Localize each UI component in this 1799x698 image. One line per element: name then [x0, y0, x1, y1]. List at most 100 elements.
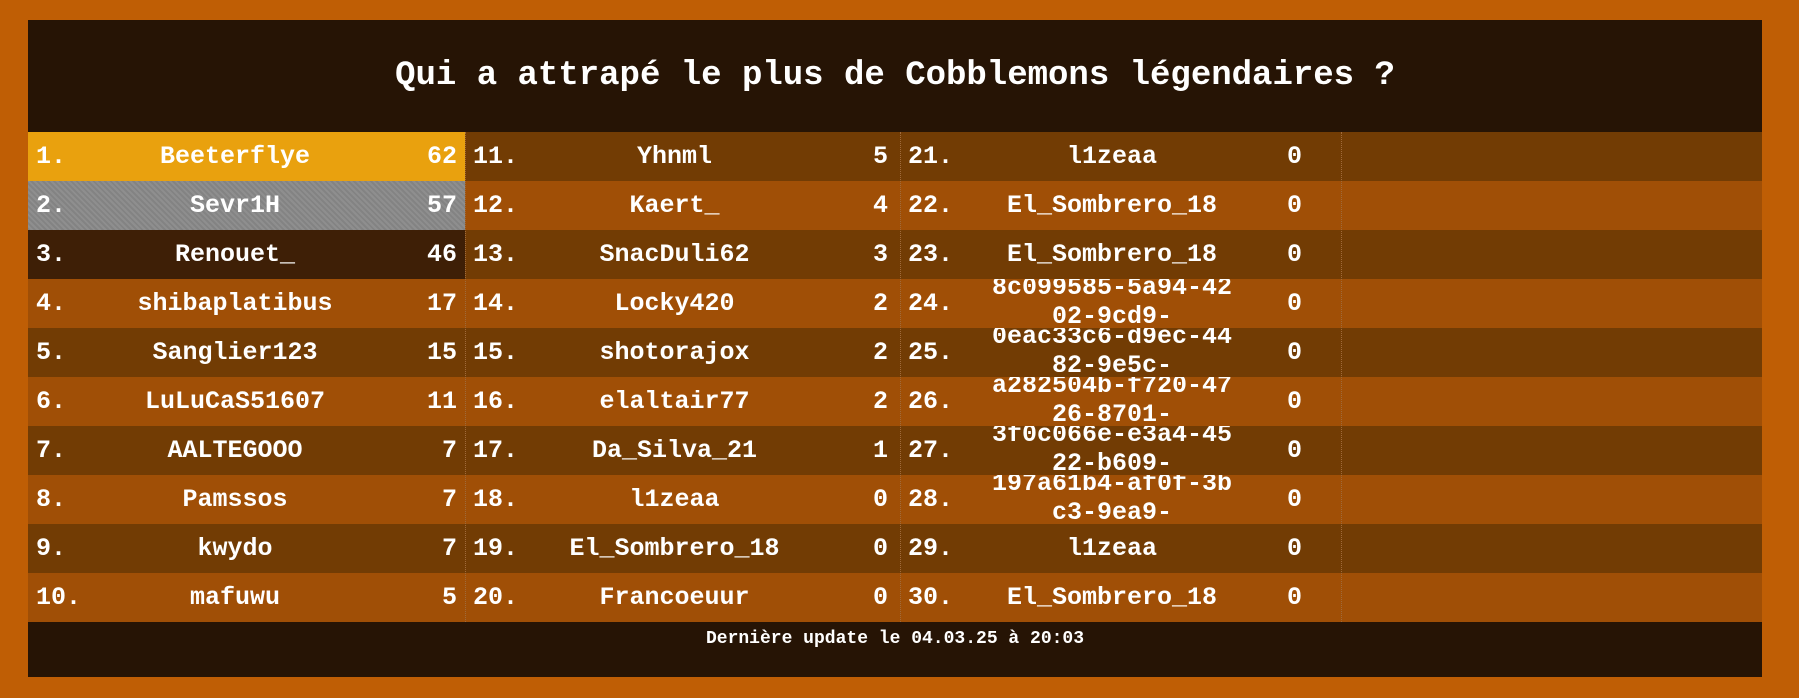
entry-player-name: 197a61b4-af0f-3bc3-9ea9- [962, 475, 1262, 524]
entry-rank: 26. [908, 387, 954, 416]
entry-player-name: Yhnml [636, 142, 712, 171]
entry-player-name: Da_Silva_21 [591, 436, 758, 465]
entry-player-name: a282504b-f720-4726-8701- [962, 377, 1262, 426]
entry-rank: 18. [473, 485, 519, 514]
column-separator [900, 132, 901, 622]
entry-catch-count: 5 [441, 583, 457, 612]
leaderboard-entry: 27. 3f0c066e-e3a4-4522-b609- 0 [900, 426, 1337, 475]
entry-rank: 27. [908, 436, 954, 465]
leaderboard-entry: 4. shibaplatibus 17 [28, 279, 465, 328]
entry-catch-count: 0 [1286, 338, 1302, 367]
entry-catch-count: 46 [426, 240, 457, 269]
entry-catch-count: 17 [426, 289, 457, 318]
leaderboard-entry: 7. AALTEGOOO 7 [28, 426, 465, 475]
entry-rank: 15. [473, 338, 519, 367]
entry-catch-count: 11 [426, 387, 457, 416]
entry-catch-count: 2 [872, 289, 888, 318]
entry-player-name: SnacDuli62 [599, 240, 750, 269]
entry-catch-count: 62 [426, 142, 457, 171]
entry-player-name: Renouet_ [174, 240, 296, 269]
entry-rank: 14. [473, 289, 519, 318]
leaderboard-entry: 13. SnacDuli62 3 [465, 230, 900, 279]
entry-catch-count: 0 [872, 534, 888, 563]
leaderboard-entry: 29. l1zeaa 0 [900, 524, 1337, 573]
leaderboard-entry: 14. Locky420 2 [465, 279, 900, 328]
entry-rank: 25. [908, 338, 954, 367]
entry-catch-count: 0 [1286, 240, 1302, 269]
entry-catch-count: 3 [872, 240, 888, 269]
leaderboard-entry: 22. El_Sombrero_18 0 [900, 181, 1337, 230]
entry-player-name-text: 8c099585-5a94-4202-9cd9- [991, 279, 1233, 328]
entry-player-name: kwydo [197, 534, 273, 563]
entry-player-name: El_Sombrero_18 [1006, 240, 1218, 269]
entry-rank: 10. [36, 583, 82, 612]
entry-player-name: Beeterflye [159, 142, 311, 171]
entry-catch-count: 7 [441, 534, 457, 563]
entry-rank: 7. [36, 436, 67, 465]
leaderboard-entry: 6. LuLuCaS51607 11 [28, 377, 465, 426]
entry-player-name: l1zeaa [1066, 142, 1157, 171]
entry-player-name-text: 3f0c066e-e3a4-4522-b609- [991, 426, 1233, 475]
entry-rank: 16. [473, 387, 519, 416]
entry-catch-count: 0 [872, 583, 888, 612]
leaderboard-entry: 16. elaltair77 2 [465, 377, 900, 426]
entry-catch-count: 4 [872, 191, 888, 220]
entry-catch-count: 1 [872, 436, 888, 465]
leaderboard-entry: 3. Renouet_ 46 [28, 230, 465, 279]
leaderboard-entry: 18. l1zeaa 0 [465, 475, 900, 524]
entry-catch-count: 2 [872, 338, 888, 367]
entry-player-name: shotorajox [599, 338, 750, 367]
entry-player-name: Kaert_ [629, 191, 720, 220]
leaderboard-entry: 21. l1zeaa 0 [900, 132, 1337, 181]
entry-player-name: elaltair77 [599, 387, 750, 416]
leaderboard-entry: 30. El_Sombrero_18 0 [900, 573, 1337, 622]
leaderboard-entry: 10. mafuwu 5 [28, 573, 465, 622]
entry-catch-count: 7 [441, 436, 457, 465]
entry-rank: 21. [908, 142, 954, 171]
entry-catch-count: 0 [872, 485, 888, 514]
entry-rank: 5. [36, 338, 67, 367]
entry-rank: 11. [473, 142, 519, 171]
leaderboard-entry: 24. 8c099585-5a94-4202-9cd9- 0 [900, 279, 1337, 328]
entry-rank: 4. [36, 289, 67, 318]
entry-rank: 8. [36, 485, 67, 514]
entry-rank: 1. [36, 142, 67, 171]
entry-rank: 22. [908, 191, 954, 220]
last-update-text: Dernière update le 04.03.25 à 20:03 [705, 628, 1085, 649]
entry-catch-count: 7 [441, 485, 457, 514]
entry-rank: 9. [36, 534, 67, 563]
entry-player-name: El_Sombrero_18 [1006, 191, 1218, 220]
entry-catch-count: 0 [1286, 289, 1302, 318]
entry-catch-count: 57 [426, 191, 457, 220]
leaderboard-entry: 12. Kaert_ 4 [465, 181, 900, 230]
leaderboard-entry: 28. 197a61b4-af0f-3bc3-9ea9- 0 [900, 475, 1337, 524]
column-separator [465, 132, 466, 622]
entry-rank: 17. [473, 436, 519, 465]
leaderboard-entry: 15. shotorajox 2 [465, 328, 900, 377]
entry-catch-count: 5 [872, 142, 888, 171]
leaderboard-entry: 23. El_Sombrero_18 0 [900, 230, 1337, 279]
entry-player-name: shibaplatibus [137, 289, 333, 318]
entry-rank: 20. [473, 583, 519, 612]
entry-player-name: mafuwu [189, 583, 280, 612]
leaderboard-entry: 19. El_Sombrero_18 0 [465, 524, 900, 573]
entry-player-name: Francoeuur [599, 583, 750, 612]
entry-player-name: Sanglier123 [152, 338, 318, 367]
entry-player-name: 3f0c066e-e3a4-4522-b609- [962, 426, 1262, 475]
entry-rank: 13. [473, 240, 519, 269]
leaderboard-entry: 9. kwydo 7 [28, 524, 465, 573]
entry-catch-count: 15 [426, 338, 457, 367]
leaderboard-entry: 17. Da_Silva_21 1 [465, 426, 900, 475]
entry-player-name: El_Sombrero_18 [569, 534, 780, 563]
leaderboard-entry: 20. Francoeuur 0 [465, 573, 900, 622]
leaderboard-panel: Qui a attrapé le plus de Cobblemons lége… [28, 20, 1762, 677]
entry-catch-count: 0 [1286, 191, 1302, 220]
entry-player-name: Locky420 [614, 289, 735, 318]
entry-catch-count: 0 [1286, 142, 1302, 171]
entry-player-name: AALTEGOOO [167, 436, 303, 465]
entry-rank: 28. [908, 485, 954, 514]
entry-player-name-text: 0eac33c6-d9ec-4482-9e5c- [991, 328, 1233, 377]
leaderboard-title: Qui a attrapé le plus de Cobblemons lége… [395, 57, 1395, 95]
entry-player-name: LuLuCaS51607 [144, 387, 326, 416]
entry-player-name: l1zeaa [1066, 534, 1157, 563]
